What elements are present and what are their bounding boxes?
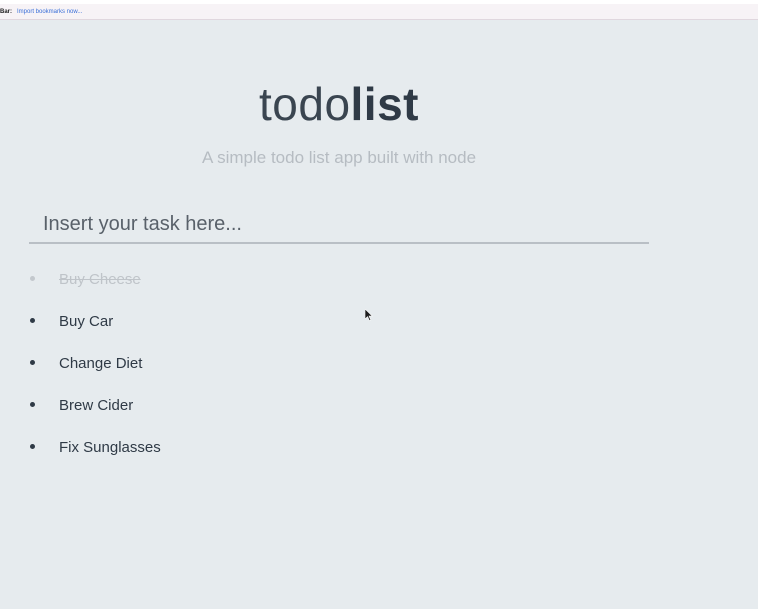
bullet-icon [30,444,35,449]
bookmarks-bar-label: Bar: [0,9,13,15]
app-title-bold: list [350,78,419,130]
bullet-icon [30,402,35,407]
task-item[interactable]: Change Diet [0,349,420,391]
import-bookmarks-link[interactable]: Import bookmarks now... [17,4,82,20]
task-label: Buy Car [59,313,114,330]
app-title-light: todo [259,78,351,130]
bullet-icon [30,276,35,281]
task-item[interactable]: Buy Cheese [0,265,420,307]
task-item[interactable]: Fix Sunglasses [0,433,420,475]
app-subtitle: A simple todo list app built with node [201,148,477,167]
bullet-icon [30,360,35,365]
bullet-icon [30,318,35,323]
task-label: Buy Cheese [59,271,141,288]
task-list: Buy Cheese Buy Car Change Diet Brew Cide… [0,265,420,475]
task-item[interactable]: Buy Car [0,307,420,349]
task-label: Fix Sunglasses [59,439,161,456]
task-label: Change Diet [59,355,143,372]
task-item[interactable]: Brew Cider [0,391,420,433]
mouse-cursor-icon [365,309,373,321]
task-label: Brew Cider [59,397,134,414]
app-title: todolist [0,77,678,131]
bookmarks-bar: Bar: Import bookmarks now... [0,4,758,20]
task-input[interactable] [29,206,649,244]
